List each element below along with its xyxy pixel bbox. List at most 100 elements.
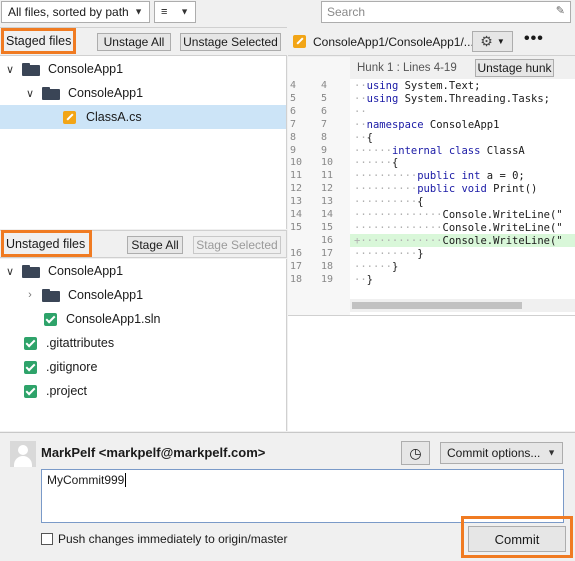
- old-line-number: 16: [290, 247, 303, 259]
- old-line-number: 7: [290, 118, 297, 130]
- tree-label: ConsoleApp1: [48, 62, 124, 76]
- chevron-down-icon: ▼: [547, 447, 556, 458]
- chevron-down-icon[interactable]: ∨: [3, 265, 17, 278]
- more-options-icon[interactable]: •••: [524, 30, 544, 48]
- chevron-down-icon: ▼: [180, 6, 189, 17]
- checked-file-icon: [24, 384, 37, 398]
- commit-button[interactable]: Commit: [468, 526, 566, 552]
- unstage-all-button[interactable]: Unstage All: [97, 33, 171, 51]
- chevron-down-icon: ▼: [134, 6, 143, 17]
- old-line-number: 9: [290, 144, 297, 156]
- diff-line: ······{: [354, 157, 399, 170]
- diff-line: ··········public int a = 0;: [354, 170, 525, 183]
- folder-icon: [22, 62, 40, 76]
- new-line-number: 9: [321, 144, 328, 156]
- new-line-number: 14: [321, 209, 334, 220]
- diff-line: ··········}: [354, 247, 424, 260]
- staged-tree: ∨ ConsoleApp1 ∨ ConsoleApp1 ClassA.cs: [0, 57, 286, 229]
- chevron-down-icon: ▼: [496, 37, 505, 46]
- history-button[interactable]: ◷: [401, 441, 430, 465]
- search-input[interactable]: Search ✎: [321, 1, 571, 23]
- diff-line: ··········{: [354, 196, 424, 209]
- diff-line: ··}: [354, 273, 373, 286]
- diff-line-added: +·············Console.WriteLine(": [354, 234, 563, 247]
- commit-author: MarkPelf <markpelf@markpelf.com>: [41, 445, 266, 460]
- search-clear-icon[interactable]: ✎: [556, 4, 565, 17]
- diff-line: ··············Console.WriteLine(": [354, 209, 563, 221]
- tree-label: ConsoleApp1: [68, 288, 144, 302]
- old-line-number: 4: [290, 80, 297, 91]
- avatar: [10, 441, 36, 467]
- commit-options-label: Commit options...: [447, 446, 541, 460]
- modified-file-icon: [293, 35, 306, 48]
- checked-file-icon: [24, 336, 37, 350]
- tree-row[interactable]: ∨ ConsoleApp1: [0, 259, 286, 283]
- diff-settings-button[interactable]: ⚙ ▼: [472, 31, 513, 52]
- diff-line: ······}: [354, 260, 399, 273]
- commit-message-text: MyCommit999: [47, 473, 125, 487]
- chevron-right-icon[interactable]: ›: [23, 289, 37, 301]
- scrollbar-thumb[interactable]: [352, 302, 522, 309]
- horizontal-scrollbar[interactable]: [350, 299, 575, 312]
- folder-icon: [42, 86, 60, 100]
- diff-line: ··namespace ConsoleApp1: [354, 118, 500, 131]
- unstage-hunk-button[interactable]: Unstage hunk: [475, 59, 554, 77]
- diff-view: Hunk 1 : Lines 4-19 Unstage hunk 4 4 ··usi…: [288, 57, 575, 431]
- push-checkbox[interactable]: [41, 533, 53, 545]
- new-line-number: 5: [321, 92, 328, 104]
- new-line-number: 7: [321, 118, 328, 130]
- old-line-number: 15: [290, 221, 303, 233]
- tree-row[interactable]: ∨ ConsoleApp1: [0, 57, 286, 81]
- new-line-number: 16: [321, 234, 334, 246]
- tree-label: .gitattributes: [46, 336, 115, 350]
- clock-icon: ◷: [409, 444, 422, 461]
- new-line-number: 18: [321, 260, 334, 272]
- old-line-number: 8: [290, 131, 297, 143]
- tree-row[interactable]: .gitignore: [0, 355, 286, 379]
- tree-view-icon: ≡: [161, 6, 168, 18]
- old-line-number: 18: [290, 273, 303, 285]
- files-filter-label: All files, sorted by path: [8, 5, 129, 19]
- new-line-number: 13: [321, 196, 334, 208]
- tree-row-selected[interactable]: ClassA.cs: [0, 105, 286, 129]
- tree-row[interactable]: .project: [0, 379, 286, 403]
- diff-line: ··{: [354, 131, 373, 144]
- diff-line: ··········public void Print(): [354, 183, 538, 196]
- diff-divider: [288, 315, 575, 316]
- diff-line: ··············Console.WriteLine(": [354, 221, 563, 234]
- files-filter-dropdown[interactable]: All files, sorted by path ▼: [1, 1, 150, 23]
- search-placeholder: Search: [327, 5, 366, 19]
- unstage-selected-button[interactable]: Unstage Selected: [180, 33, 281, 51]
- stage-all-button[interactable]: Stage All: [127, 236, 183, 254]
- diff-line: ··using System.Threading.Tasks;: [354, 92, 550, 105]
- old-line-number: 11: [290, 170, 303, 182]
- old-line-number: 14: [290, 209, 303, 220]
- diff-line: ··: [354, 105, 367, 118]
- chevron-down-icon[interactable]: ∨: [3, 63, 17, 76]
- chevron-down-icon[interactable]: ∨: [23, 87, 37, 100]
- new-line-number: 8: [321, 131, 328, 143]
- old-line-number: 6: [290, 105, 297, 117]
- diff-file-path: ConsoleApp1/ConsoleApp1/...: [313, 35, 474, 49]
- tree-label: ConsoleApp1.sln: [66, 312, 161, 326]
- commit-options-dropdown[interactable]: Commit options... ▼: [440, 442, 563, 464]
- hunk-label: Hunk 1 : Lines 4-19: [357, 62, 457, 74]
- push-checkbox-label: Push changes immediately to origin/maste…: [58, 532, 288, 546]
- modified-file-icon: [63, 110, 76, 124]
- tree-row[interactable]: › ConsoleApp1: [0, 283, 286, 307]
- commit-message-input[interactable]: MyCommit999: [41, 469, 564, 523]
- tree-label: .gitignore: [46, 360, 98, 374]
- tree-row[interactable]: .gitattributes: [0, 331, 286, 355]
- new-line-number: 10: [321, 157, 334, 169]
- tree-label: ClassA.cs: [86, 110, 142, 124]
- checked-file-icon: [24, 360, 37, 374]
- new-line-number: 4: [321, 80, 328, 91]
- gear-icon: ⚙: [480, 33, 493, 49]
- tree-row[interactable]: ConsoleApp1.sln: [0, 307, 286, 331]
- view-mode-dropdown[interactable]: ≡ ▼: [154, 1, 196, 23]
- old-line-number: 12: [290, 183, 303, 195]
- tree-row[interactable]: ∨ ConsoleApp1: [0, 81, 286, 105]
- new-line-number: 12: [321, 183, 334, 195]
- new-line-number: 6: [321, 105, 328, 117]
- stage-selected-button[interactable]: Stage Selected: [193, 236, 281, 254]
